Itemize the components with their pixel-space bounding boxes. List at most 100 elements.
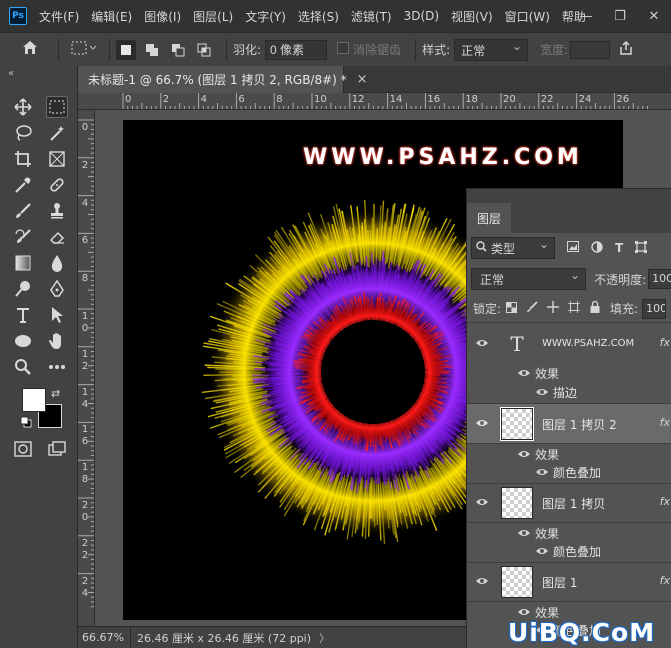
- layer-row[interactable]: 图层 1 拷贝 fx: [467, 483, 671, 523]
- lock-pixels-icon[interactable]: [526, 301, 538, 316]
- layers-tab[interactable]: 图层: [467, 203, 512, 233]
- status-menu-icon[interactable]: 〉: [319, 630, 330, 646]
- layer-row[interactable]: 图层 1 fx: [467, 562, 671, 602]
- visibility-eye-icon[interactable]: [475, 336, 489, 350]
- path-selection-tool-icon[interactable]: [46, 304, 68, 326]
- new-selection-icon[interactable]: [116, 39, 136, 60]
- rectangular-marquee-tool-icon[interactable]: [46, 96, 68, 118]
- ellipse-tool-icon[interactable]: [12, 330, 34, 352]
- lasso-tool-icon[interactable]: [12, 122, 34, 144]
- type-filter-icon[interactable]: T: [615, 241, 623, 255]
- document-tab[interactable]: 未标题-1 @ 66.7% (图层 1 拷贝 2, RGB/8#) * ×: [78, 66, 368, 93]
- crop-tool-icon[interactable]: [12, 148, 34, 170]
- menu-edit[interactable]: 编辑(E): [91, 8, 132, 25]
- hand-tool-icon[interactable]: [46, 330, 68, 352]
- ruler-label: 18: [81, 462, 89, 486]
- more-tools-icon[interactable]: [46, 356, 68, 378]
- effect-eye-icon[interactable]: [535, 465, 549, 479]
- magic-wand-tool-icon[interactable]: [46, 122, 68, 144]
- effects-eye-icon[interactable]: [517, 447, 531, 461]
- minimize-button[interactable]: —: [569, 9, 603, 24]
- marquee-preset-icon[interactable]: [71, 41, 97, 59]
- opacity-label: 不透明度:: [594, 272, 647, 287]
- menu-view[interactable]: 视图(V): [451, 8, 493, 25]
- ruler-label: 20: [81, 500, 89, 523]
- menu-image[interactable]: 图像(I): [144, 8, 181, 25]
- type-tool-icon[interactable]: [12, 304, 34, 326]
- stamp-tool-icon[interactable]: [46, 200, 68, 222]
- fx-icon[interactable]: fx: [660, 416, 670, 429]
- quick-mask-icon[interactable]: [12, 438, 34, 460]
- menu-filter[interactable]: 滤镜(T): [351, 8, 392, 25]
- move-tool-icon[interactable]: [12, 96, 34, 118]
- lock-all-icon[interactable]: [589, 300, 601, 316]
- pixel-filter-icon[interactable]: [567, 241, 579, 255]
- visibility-eye-icon[interactable]: [475, 416, 489, 430]
- menu-select[interactable]: 选择(S): [298, 8, 339, 25]
- screen-mode-icon[interactable]: [46, 438, 68, 460]
- visibility-eye-icon[interactable]: [475, 574, 489, 588]
- zoom-level[interactable]: 66.67%: [78, 626, 131, 648]
- style-select[interactable]: 正常: [454, 38, 529, 61]
- menu-file[interactable]: 文件(F): [39, 8, 79, 25]
- lock-position-icon[interactable]: [547, 301, 560, 316]
- menu-type[interactable]: 文字(Y): [245, 8, 286, 25]
- intersect-selection-icon[interactable]: [194, 40, 214, 60]
- effects-eye-icon[interactable]: [517, 605, 531, 619]
- home-icon[interactable]: [22, 40, 38, 59]
- default-colors-icon[interactable]: [20, 416, 32, 431]
- frame-tool-icon[interactable]: [46, 148, 68, 170]
- close-window-button[interactable]: ✕: [637, 9, 671, 24]
- effects-row[interactable]: 效果: [467, 523, 671, 543]
- effect-item-row[interactable]: 颜色叠加: [467, 462, 671, 484]
- effects-label: 效果: [535, 527, 560, 541]
- shape-filter-icon[interactable]: [635, 240, 648, 256]
- fx-icon[interactable]: fx: [660, 574, 670, 587]
- eyedropper-tool-icon[interactable]: [12, 174, 34, 196]
- blend-mode-select[interactable]: 正常: [471, 268, 587, 290]
- adjustment-filter-icon[interactable]: [591, 240, 603, 256]
- effect-eye-icon[interactable]: [535, 544, 549, 558]
- share-icon[interactable]: [618, 40, 634, 60]
- pen-tool-icon[interactable]: [46, 278, 68, 300]
- fx-icon[interactable]: fx: [660, 495, 670, 508]
- subtract-selection-icon[interactable]: [168, 40, 188, 60]
- effects-eye-icon[interactable]: [517, 526, 531, 540]
- layer-filter-select[interactable]: 类型: [471, 237, 555, 259]
- healing-brush-tool-icon[interactable]: [46, 174, 68, 196]
- feather-input[interactable]: [265, 39, 328, 60]
- layer-name: WWW.PSAHZ.COM: [542, 338, 635, 349]
- menu-window[interactable]: 窗口(W): [505, 8, 550, 25]
- effects-row[interactable]: 效果: [467, 444, 671, 464]
- layer-row-selected[interactable]: 图层 1 拷贝 2 fx: [467, 404, 671, 444]
- restore-button[interactable]: ❐: [603, 9, 637, 24]
- effects-row[interactable]: 效果: [467, 363, 671, 383]
- close-tab-icon[interactable]: ×: [357, 72, 368, 87]
- width-input[interactable]: [570, 40, 611, 59]
- antialias-checkbox[interactable]: [337, 42, 350, 57]
- foreground-color-swatch[interactable]: [22, 388, 46, 412]
- brush-tool-icon[interactable]: [12, 200, 34, 222]
- swap-colors-icon[interactable]: ⇄: [51, 388, 63, 400]
- visibility-eye-icon[interactable]: [475, 495, 489, 509]
- zoom-tool-icon[interactable]: [12, 356, 34, 378]
- effect-item-row[interactable]: 颜色叠加: [467, 541, 671, 563]
- lock-artboard-icon[interactable]: [568, 301, 581, 316]
- history-brush-tool-icon[interactable]: [12, 226, 34, 248]
- menu-layer[interactable]: 图层(L): [193, 8, 233, 25]
- gradient-tool-icon[interactable]: [12, 252, 34, 274]
- effect-eye-icon[interactable]: [535, 385, 549, 399]
- effect-item-row[interactable]: 描边: [467, 382, 671, 402]
- eraser-tool-icon[interactable]: [46, 226, 68, 248]
- lock-transparency-icon[interactable]: [505, 301, 517, 316]
- fx-icon[interactable]: fx: [660, 336, 670, 349]
- collapse-icon[interactable]: «: [8, 68, 14, 79]
- fill-input[interactable]: 100: [642, 298, 667, 319]
- opacity-input[interactable]: 100: [648, 269, 671, 289]
- add-selection-icon[interactable]: [142, 40, 162, 60]
- menu-3d[interactable]: 3D(D): [404, 9, 439, 23]
- dodge-tool-icon[interactable]: [12, 278, 34, 300]
- blur-tool-icon[interactable]: [46, 252, 68, 274]
- layer-row-text[interactable]: T WWW.PSAHZ.COM fx 效果 描边: [467, 324, 671, 404]
- effects-eye-icon[interactable]: [517, 366, 531, 380]
